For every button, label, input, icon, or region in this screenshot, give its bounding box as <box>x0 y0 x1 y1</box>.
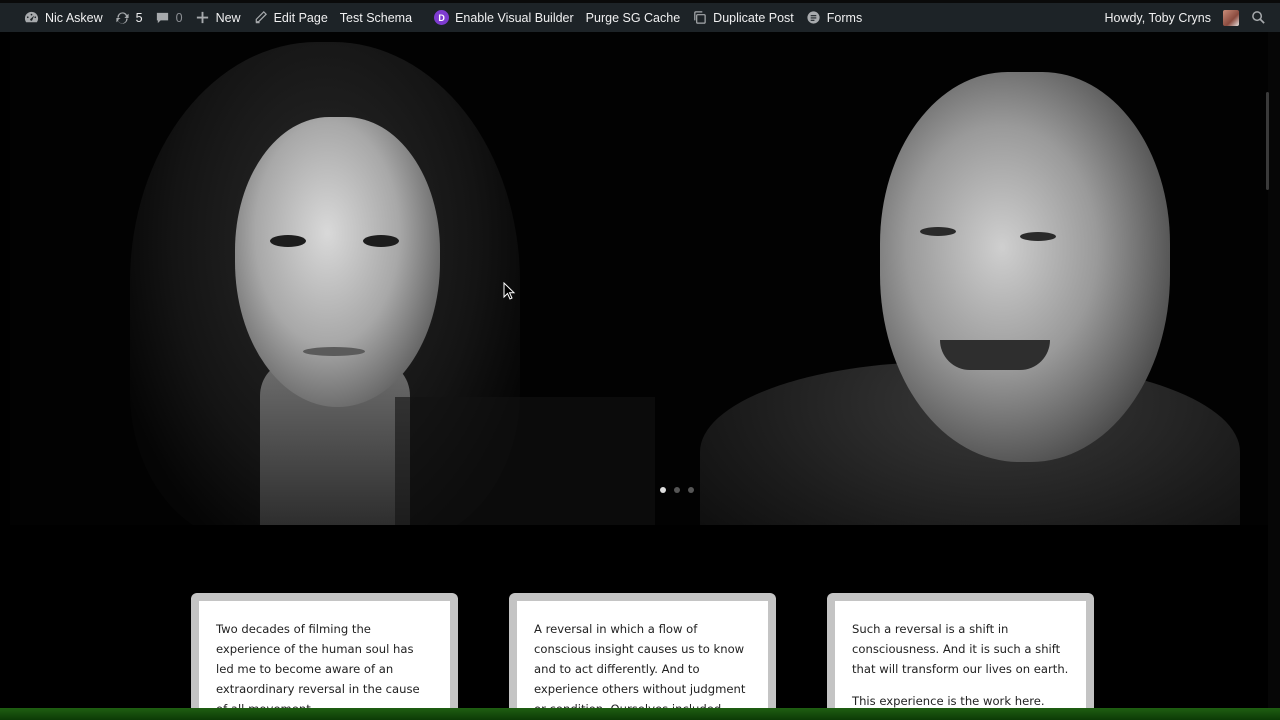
updates-menu[interactable]: 5 <box>109 3 149 32</box>
comments-menu[interactable]: 0 <box>149 3 189 32</box>
left-eye <box>920 227 956 236</box>
portrait-man-face <box>880 72 1170 462</box>
card-body: Two decades of filming the experience of… <box>199 601 450 708</box>
duplicate-icon <box>692 10 707 25</box>
purge-cache-link[interactable]: Purge SG Cache <box>580 3 687 32</box>
card-text: This experience is the work here. <box>852 694 1045 708</box>
slider-dot-3[interactable] <box>688 487 694 493</box>
wp-admin-bar: Nic Askew 5 0 New Edit Page Test Schema … <box>0 0 1280 32</box>
forms-icon <box>806 10 821 25</box>
purge-cache-label: Purge SG Cache <box>585 10 681 25</box>
forms-menu[interactable]: Forms <box>800 3 868 32</box>
right-eye <box>363 235 399 247</box>
greeting: Howdy, Toby Cryns <box>1104 10 1211 25</box>
admin-bar-right: Howdy, Toby Cryns <box>1098 3 1272 32</box>
divi-logo-icon: D <box>434 10 450 25</box>
forms-label: Forms <box>826 10 863 25</box>
mouse-cursor-icon <box>503 282 516 300</box>
comment-icon <box>155 10 170 25</box>
mouth <box>303 347 365 356</box>
card-text: A reversal in which a flow of conscious … <box>534 622 746 708</box>
updates-count: 5 <box>135 10 143 25</box>
slider-dots <box>660 487 694 493</box>
site-name-menu[interactable]: Nic Askew <box>18 3 109 32</box>
card-text: Such a reversal is a shift in consciousn… <box>852 622 1069 676</box>
card-text: Two decades of filming the experience of… <box>216 622 420 708</box>
visual-builder-link[interactable]: D Enable Visual Builder <box>418 3 580 32</box>
admin-bar-left: Nic Askew 5 0 New Edit Page Test Schema … <box>18 3 868 32</box>
intro-card: Two decades of filming the experience of… <box>191 593 458 708</box>
slider-dot-1[interactable] <box>660 487 666 493</box>
test-schema-link[interactable]: Test Schema <box>334 3 418 32</box>
edit-page-link[interactable]: Edit Page <box>247 3 334 32</box>
page-edge <box>1268 32 1280 708</box>
hero-slider <box>10 32 1268 525</box>
dark-overlay-box <box>395 397 655 525</box>
scrollbar-thumb[interactable] <box>1266 92 1269 190</box>
duplicate-post-label: Duplicate Post <box>713 10 794 25</box>
updates-icon <box>115 10 130 25</box>
avatar <box>1223 9 1239 26</box>
card-body: A reversal in which a flow of conscious … <box>517 601 768 708</box>
test-schema-label: Test Schema <box>339 10 413 25</box>
edit-page-label: Edit Page <box>273 10 328 25</box>
new-content-menu[interactable]: New <box>189 3 247 32</box>
site-name: Nic Askew <box>45 10 103 25</box>
portrait-woman-face <box>235 117 440 407</box>
slider-dot-2[interactable] <box>674 487 680 493</box>
intro-card: Such a reversal is a shift in consciousn… <box>827 593 1094 708</box>
intro-cards: Two decades of filming the experience of… <box>191 593 1094 708</box>
duplicate-post-link[interactable]: Duplicate Post <box>686 3 800 32</box>
my-account-menu[interactable]: Howdy, Toby Cryns <box>1098 3 1245 32</box>
admin-search-button[interactable] <box>1245 3 1272 32</box>
smile <box>940 340 1050 370</box>
page-content: Two decades of filming the experience of… <box>10 32 1268 708</box>
pencil-icon <box>253 10 268 25</box>
comments-count: 0 <box>175 10 183 25</box>
new-label: New <box>215 10 241 25</box>
intro-card: A reversal in which a flow of conscious … <box>509 593 776 708</box>
card-body: Such a reversal is a shift in consciousn… <box>835 601 1086 708</box>
left-eye <box>270 235 306 247</box>
right-eye <box>1020 232 1056 241</box>
bottom-bar <box>0 708 1280 720</box>
visual-builder-label: Enable Visual Builder <box>455 10 574 25</box>
dashboard-icon <box>24 10 39 25</box>
search-icon <box>1251 10 1266 25</box>
plus-icon <box>195 10 210 25</box>
